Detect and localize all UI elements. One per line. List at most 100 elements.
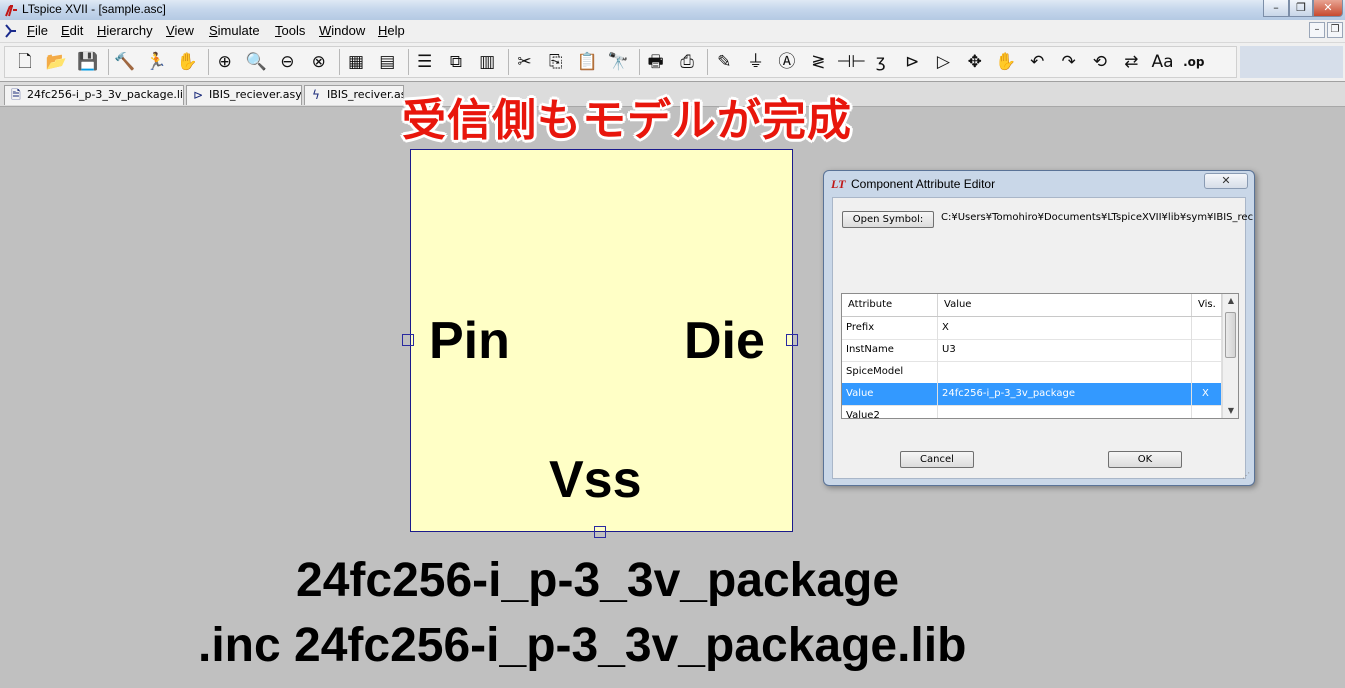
table-row[interactable]: InstName U3 [842, 339, 1222, 362]
vss-terminal[interactable] [594, 526, 606, 538]
spice-directive-text[interactable]: .inc 24fc256-i_p-3_3v_package.lib [198, 618, 966, 673]
cascade-icon[interactable]: ⧉ [443, 49, 469, 75]
new-schematic-icon[interactable]: 🗋 [12, 49, 38, 75]
spice-directive-icon[interactable]: .op [1181, 49, 1207, 75]
toolbar-separator [707, 49, 709, 75]
menu-hierarchy[interactable]: Hierarchy [97, 23, 153, 38]
drag-icon[interactable]: ✋ [993, 49, 1019, 75]
vis-cell[interactable] [1192, 405, 1222, 418]
menu-view[interactable]: View [166, 23, 194, 38]
halt-icon[interactable]: ✋ [175, 49, 201, 75]
toolbar-separator [407, 49, 409, 75]
table-row-selected[interactable]: Value 24fc256-i_p-3_3v_package X [842, 383, 1222, 406]
menu-tools[interactable]: Tools [275, 23, 305, 38]
mdi-restore-button[interactable]: ❐ [1327, 22, 1343, 38]
close-window-button[interactable]: ✕ [1313, 0, 1343, 17]
zoom-in-icon[interactable]: ⊕ [212, 49, 238, 75]
component-icon[interactable]: ▷ [930, 49, 956, 75]
attribute-table-scrollbar[interactable]: ▲ ▼ [1222, 294, 1238, 418]
attribute-table: Attribute Value Vis. Prefix X InstName U… [841, 293, 1239, 419]
move-icon[interactable]: ✥ [962, 49, 988, 75]
cut-icon[interactable]: ✂ [512, 49, 538, 75]
column-value[interactable]: Value [938, 294, 1192, 316]
tab-label: 24fc256-i_p-3_3v_package.lib [27, 88, 184, 101]
menu-bar: File Edit Hierarchy View Simulate Tools … [0, 20, 1345, 43]
maximize-button[interactable]: ❐ [1289, 0, 1313, 17]
schematic-doc-icon[interactable] [3, 23, 19, 39]
component-attribute-editor-dialog: LT Component Attribute Editor ✕ Open Sym… [823, 170, 1255, 486]
tab-label: IBIS_reciver.asc [327, 88, 404, 101]
control-panel-icon[interactable]: 🔨 [112, 49, 138, 75]
paste-icon[interactable]: 📋 [574, 49, 600, 75]
scroll-up-icon[interactable]: ▲ [1223, 294, 1238, 308]
run-icon[interactable]: 🏃 [143, 49, 169, 75]
pin-terminal[interactable] [402, 334, 414, 346]
scroll-down-icon[interactable]: ▼ [1223, 404, 1238, 418]
table-row[interactable]: SpiceModel [842, 361, 1222, 384]
ibis-package-symbol[interactable]: Pin Die Vss [410, 149, 793, 532]
value-cell[interactable]: X [938, 317, 1192, 339]
open-icon[interactable]: 📂 [43, 49, 69, 75]
tile-horizontal-icon[interactable]: ☰ [412, 49, 438, 75]
value-cell[interactable]: 24fc256-i_p-3_3v_package [938, 383, 1192, 405]
table-row[interactable]: Value2 [842, 405, 1222, 418]
autorange-icon[interactable]: ▦ [343, 49, 369, 75]
menu-edit[interactable]: Edit [61, 23, 83, 38]
menu-window[interactable]: Window [319, 23, 365, 38]
column-attribute[interactable]: Attribute [842, 294, 938, 316]
toolbar-empty-area [1240, 46, 1343, 78]
menu-help[interactable]: Help [378, 23, 405, 38]
mdi-minimize-button[interactable]: – [1309, 22, 1325, 38]
table-row[interactable]: Prefix X [842, 317, 1222, 340]
draw-wire-icon[interactable]: ✎ [711, 49, 737, 75]
minimize-button[interactable]: – [1263, 0, 1289, 17]
ltspice-app-icon [4, 3, 18, 17]
tab-reciever-asy[interactable]: ⊳ IBIS_reciever.asy [186, 85, 302, 105]
redo-icon[interactable]: ↷ [1056, 49, 1082, 75]
tile-vertical-icon[interactable]: ▥ [474, 49, 500, 75]
open-symbol-button[interactable]: Open Symbol: [842, 211, 934, 228]
ok-button[interactable]: OK [1108, 451, 1182, 468]
menu-simulate[interactable]: Simulate [209, 23, 260, 38]
menu-file[interactable]: File [27, 23, 48, 38]
vis-cell[interactable] [1192, 317, 1222, 339]
vis-cell[interactable] [1192, 361, 1222, 383]
ltspice-dialog-icon: LT [831, 177, 846, 191]
print-icon[interactable]: ⎙ [674, 49, 700, 75]
rotate-icon[interactable]: ⟲ [1087, 49, 1113, 75]
value-cell[interactable]: U3 [938, 339, 1192, 361]
scroll-thumb[interactable] [1225, 312, 1236, 358]
die-terminal[interactable] [786, 334, 798, 346]
cancel-button[interactable]: Cancel [900, 451, 974, 468]
value-cell[interactable] [938, 361, 1192, 383]
component-value-text[interactable]: 24fc256-i_p-3_3v_package [296, 553, 899, 608]
capacitor-icon[interactable]: ⊣⊢ [837, 49, 867, 75]
print-preview-icon[interactable]: 🖶 [643, 49, 669, 75]
dialog-title: Component Attribute Editor [851, 177, 996, 191]
dialog-close-button[interactable]: ✕ [1204, 173, 1248, 189]
zoom-pan-icon[interactable]: 🔍 [243, 49, 269, 75]
tab-reciver-asc[interactable]: ϟ IBIS_reciver.asc [304, 85, 404, 105]
mirror-icon[interactable]: ⇄ [1118, 49, 1144, 75]
plot-settings-icon[interactable]: ▤ [374, 49, 400, 75]
annotation-banner: 受信側もモデルが完成 [402, 95, 852, 146]
copy-icon[interactable]: ⎘ [543, 49, 569, 75]
save-icon[interactable]: 💾 [75, 49, 101, 75]
value-cell[interactable] [938, 405, 1192, 418]
ground-icon[interactable]: ⏚ [743, 49, 769, 75]
attribute-cell: InstName [842, 339, 938, 361]
tab-package-lib[interactable]: 🗎 24fc256-i_p-3_3v_package.lib [4, 85, 184, 105]
undo-icon[interactable]: ↶ [1024, 49, 1050, 75]
label-net-icon[interactable]: Ⓐ [774, 49, 800, 75]
diode-icon[interactable]: ⊳ [899, 49, 925, 75]
resistor-icon[interactable]: ≷ [805, 49, 831, 75]
find-icon[interactable]: 🔭 [605, 49, 631, 75]
zoom-fit-icon[interactable]: ⊗ [306, 49, 332, 75]
column-vis[interactable]: Vis. [1192, 294, 1222, 316]
resize-grip-icon[interactable]: ⋰ [1242, 471, 1252, 481]
zoom-out-icon[interactable]: ⊖ [274, 49, 300, 75]
vis-cell[interactable] [1192, 339, 1222, 361]
text-icon[interactable]: Aa [1150, 49, 1176, 75]
inductor-icon[interactable]: ʒ [868, 49, 894, 75]
vis-cell[interactable]: X [1192, 383, 1222, 405]
